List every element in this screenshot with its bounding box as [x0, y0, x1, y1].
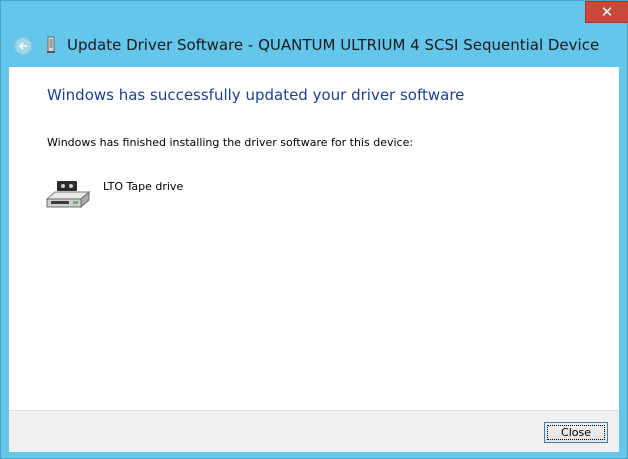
close-icon: ✕	[600, 3, 614, 21]
wizard-title-row: Update Driver Software - QUANTUM ULTRIUM…	[1, 31, 628, 61]
tape-drive-icon	[45, 181, 91, 209]
back-arrow-icon	[18, 42, 27, 50]
device-name: LTO Tape drive	[103, 180, 184, 193]
back-button[interactable]	[14, 37, 32, 55]
wizard-title: Update Driver Software - QUANTUM ULTRIUM…	[67, 36, 600, 54]
status-text: Windows has finished installing the driv…	[47, 136, 414, 149]
window-close-button[interactable]: ✕	[585, 1, 628, 23]
success-heading: Windows has successfully updated your dr…	[47, 86, 465, 104]
tape-device-icon	[47, 36, 55, 53]
close-button-label: lose	[568, 426, 591, 439]
close-button[interactable]: Close	[544, 422, 608, 443]
content-panel: Windows has successfully updated your dr…	[9, 67, 619, 410]
close-button-accelerator: C	[561, 426, 569, 439]
button-bar: Close	[9, 410, 619, 452]
wizard-window: ✕ Update Driver Software - QUANTUM ULTRI…	[0, 0, 628, 459]
